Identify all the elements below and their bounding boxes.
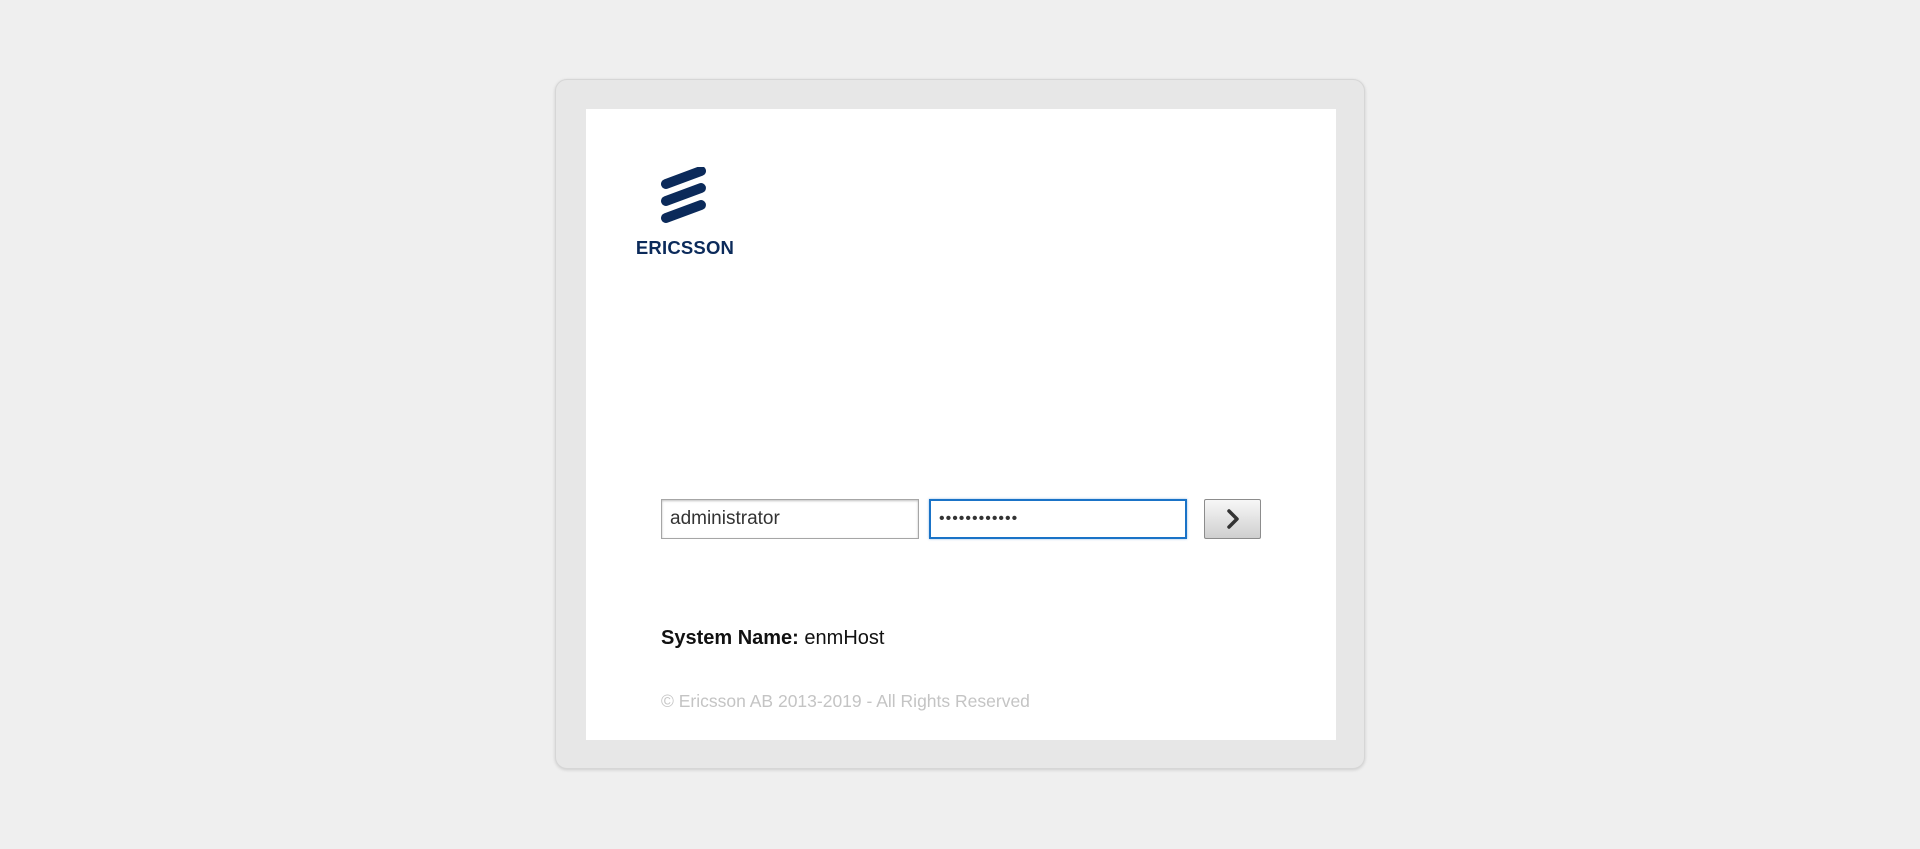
ericsson-logo-icon: [661, 167, 706, 223]
ericsson-logo: ERICSSON: [632, 167, 738, 271]
username-input[interactable]: [661, 499, 919, 539]
login-submit-button[interactable]: [1204, 499, 1261, 539]
system-name-value: enmHost: [804, 627, 885, 649]
login-panel: ERICSSON System Name: enmHost © Ericsson…: [586, 109, 1336, 740]
login-frame: ERICSSON System Name: enmHost © Ericsson…: [555, 79, 1365, 769]
password-input[interactable]: [929, 499, 1187, 539]
system-name-label: System Name:: [661, 627, 799, 649]
copyright-text: © Ericsson AB 2013-2019 - All Rights Res…: [661, 691, 1030, 711]
system-name: System Name: enmHost: [661, 627, 884, 650]
logo-wordmark: ERICSSON: [635, 237, 735, 258]
chevron-right-icon: [1226, 509, 1239, 529]
